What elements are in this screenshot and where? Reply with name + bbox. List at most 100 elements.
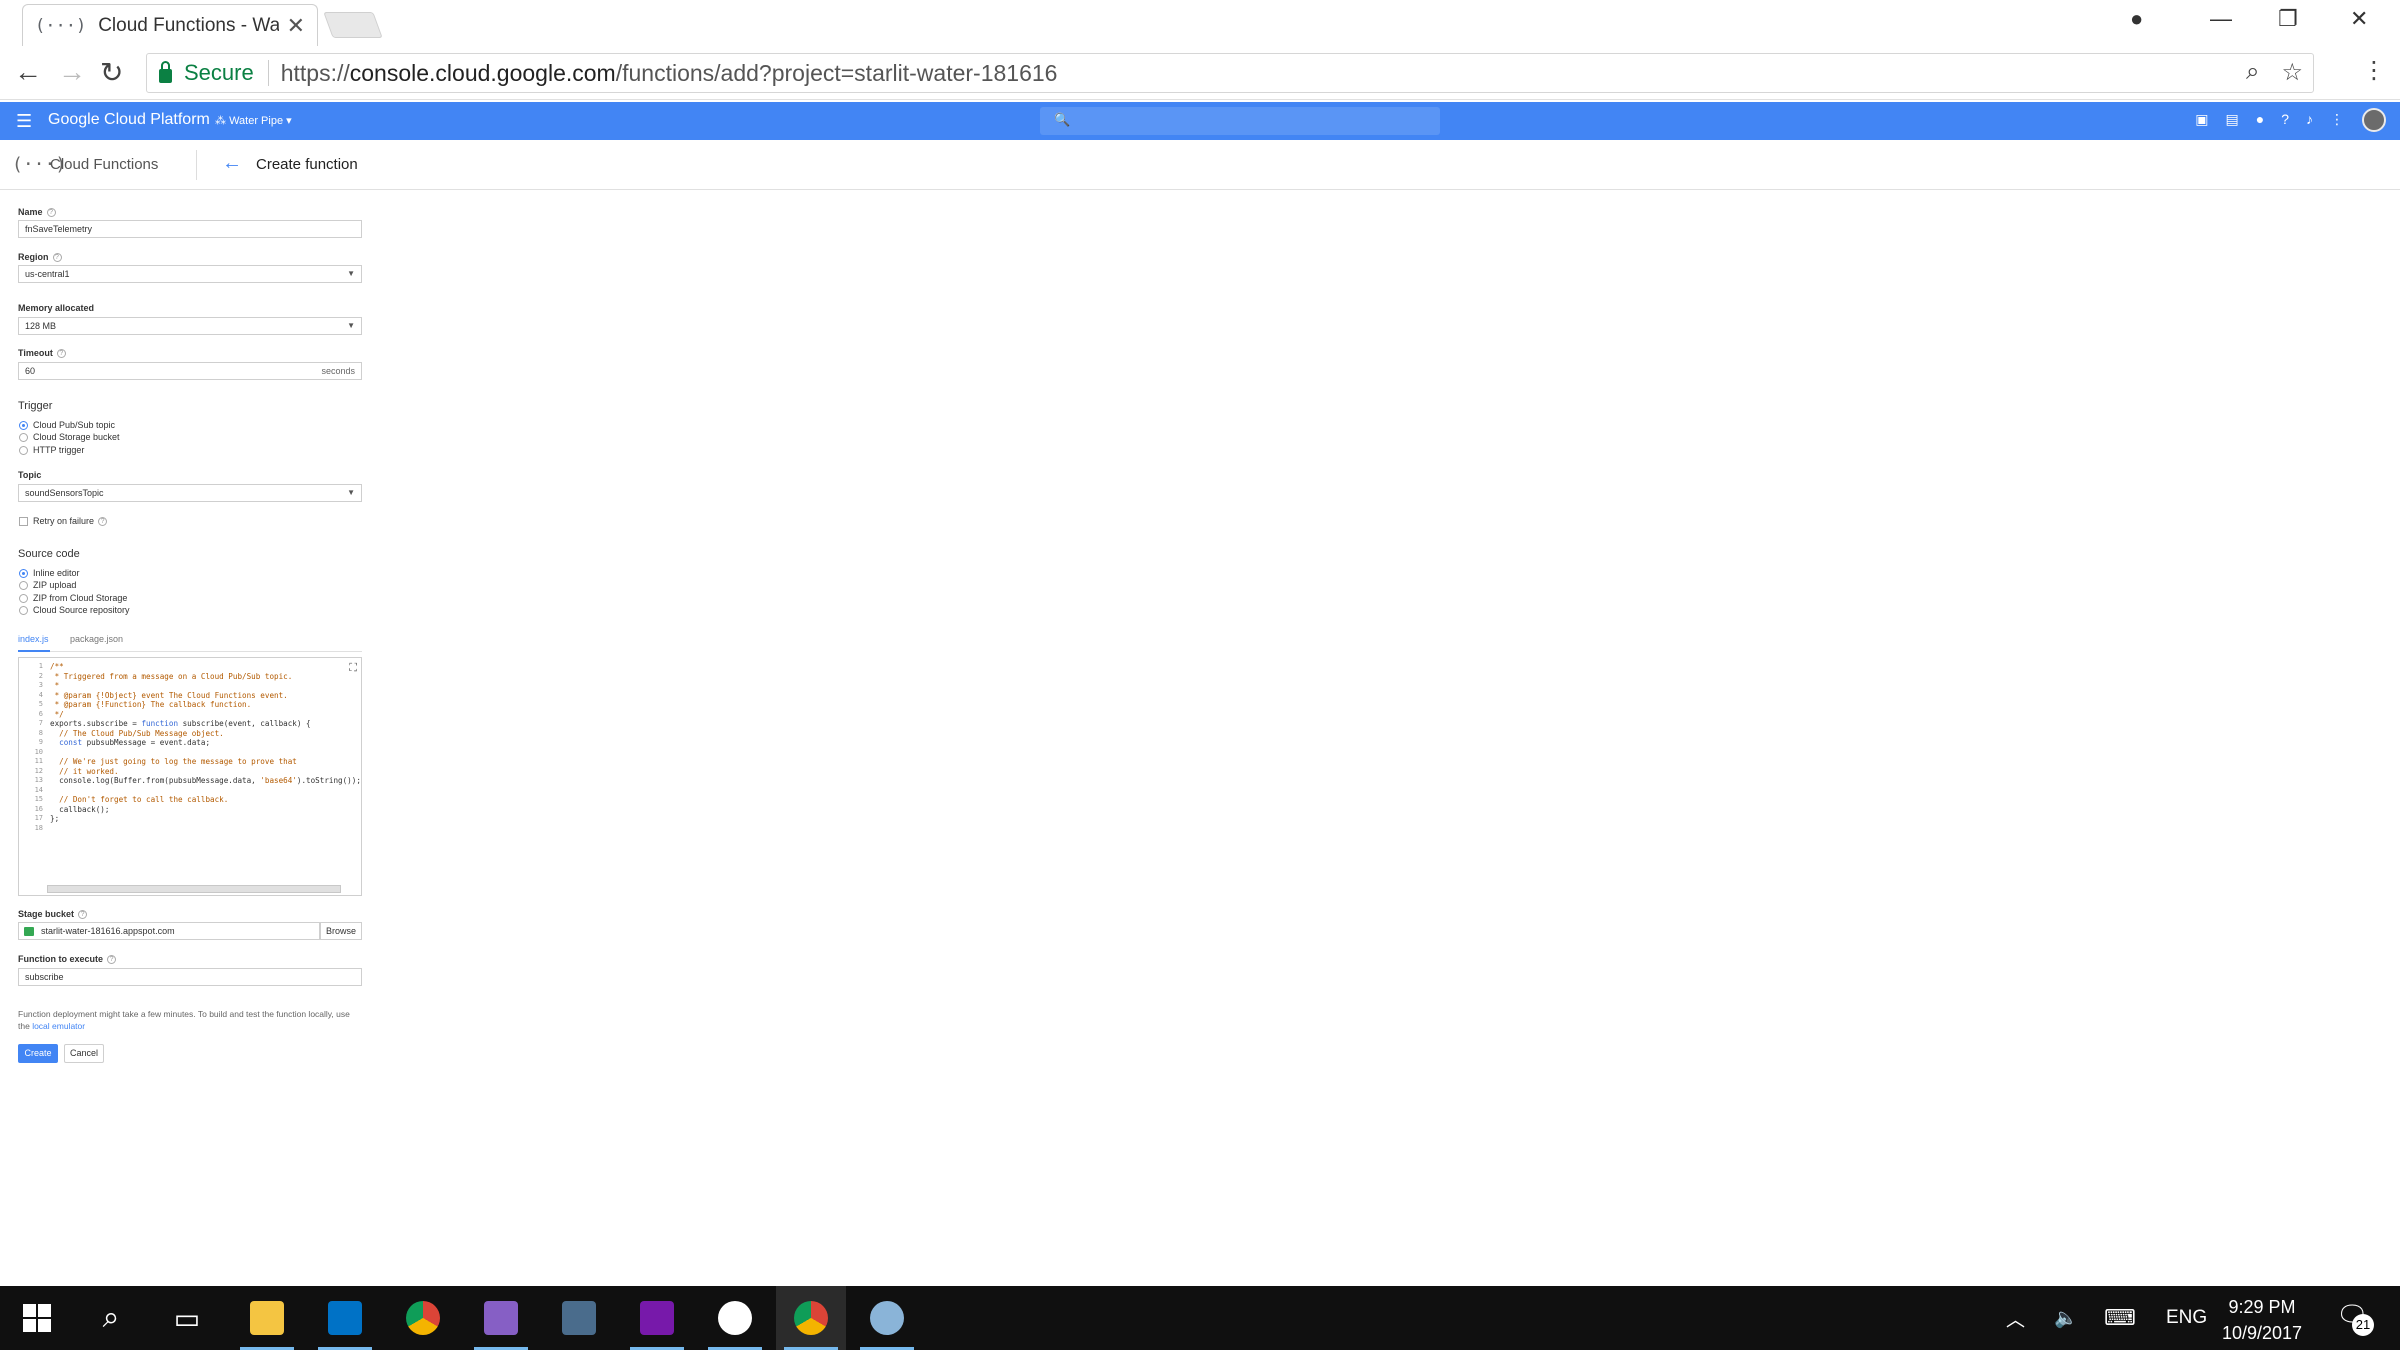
sql-management-icon[interactable] xyxy=(544,1286,614,1350)
region-label: Region? xyxy=(18,252,62,263)
source-option-inline[interactable]: Inline editor xyxy=(19,568,80,578)
address-bar[interactable]: Secure https://console.cloud.google.com/… xyxy=(146,53,2314,93)
visual-studio-icon[interactable] xyxy=(466,1286,536,1350)
radio[interactable] xyxy=(19,593,28,603)
close-tab-icon[interactable]: ✕ xyxy=(287,13,305,39)
local-emulator-link[interactable]: local emulator xyxy=(32,1021,85,1031)
source-option-zip-storage[interactable]: ZIP from Cloud Storage xyxy=(19,593,127,603)
avatar[interactable] xyxy=(2362,108,2386,132)
line-number: 18 xyxy=(34,823,43,832)
browser-tab-strip: (···) Cloud Functions - Water ✕ ● — ❐ ✕ xyxy=(0,0,2400,46)
reload-icon[interactable]: ↻ xyxy=(100,56,123,89)
trigger-option-storage[interactable]: Cloud Storage bucket xyxy=(19,432,120,442)
help-icon[interactable]: ? xyxy=(98,516,108,526)
keyboard-icon[interactable]: ⌨ xyxy=(2104,1286,2136,1350)
gcp-title[interactable]: Google Cloud Platform xyxy=(48,111,210,129)
radio[interactable] xyxy=(19,580,28,590)
inline-code-editor[interactable]: 1 2 3 4 5 6 7 8 9 10 11 12 13 14 15 16 17 18 /** * Trigge… xyxy=(18,657,362,896)
cloud-shell-icon[interactable]: ▤ xyxy=(2226,111,2239,128)
chrome-menu-icon[interactable]: ⋮ xyxy=(2362,56,2386,85)
language-indicator[interactable]: ENG xyxy=(2166,1286,2207,1350)
line-number: 13 xyxy=(34,776,43,784)
profile-icon[interactable]: ● xyxy=(2130,6,2143,32)
chrome-active-icon[interactable] xyxy=(776,1286,846,1350)
topic-label: Topic xyxy=(18,470,42,480)
source-option-repository[interactable]: Cloud Source repository xyxy=(19,605,130,615)
system-clock[interactable]: 9:29 PM 10/9/2017 xyxy=(2212,1294,2312,1346)
forward-icon[interactable]: → xyxy=(58,56,86,88)
gcp-search-input[interactable]: 🔍 xyxy=(1040,107,1440,135)
create-button[interactable]: Create xyxy=(18,1044,58,1063)
outlook-icon[interactable] xyxy=(310,1286,380,1350)
function-to-execute-label: Function to execute? xyxy=(18,954,117,965)
slack-icon[interactable] xyxy=(700,1286,770,1350)
help-icon[interactable]: ? xyxy=(107,955,117,965)
bookmark-star-icon[interactable]: ☆ xyxy=(2281,58,2303,87)
onenote-icon[interactable] xyxy=(622,1286,692,1350)
help-icon[interactable]: ? xyxy=(78,910,88,920)
code-content[interactable]: /** * Triggered from a message on a Clou… xyxy=(50,662,361,833)
trigger-option-pubsub[interactable]: Cloud Pub/Sub topic xyxy=(19,420,115,430)
url-text: https://console.cloud.google.com/functio… xyxy=(280,59,1058,86)
region-select[interactable]: us-central1 ▼ xyxy=(18,265,362,283)
retry-checkbox[interactable]: Retry on failure? xyxy=(19,516,108,526)
code-line: * @param {!Object} event The Cloud Funct… xyxy=(50,690,288,700)
chrome-icon[interactable] xyxy=(388,1286,458,1350)
minimize-icon[interactable]: — xyxy=(2210,6,2232,32)
radio-selected[interactable] xyxy=(19,420,28,430)
fullscreen-icon[interactable]: ⛶ xyxy=(349,662,357,675)
file-explorer-icon[interactable] xyxy=(232,1286,302,1350)
volume-icon[interactable]: 🔈 xyxy=(2054,1286,2078,1350)
help-icon[interactable]: ? xyxy=(46,208,56,218)
browse-button[interactable]: Browse xyxy=(320,922,362,940)
more-options-icon[interactable]: ⋮ xyxy=(2330,111,2344,128)
new-tab-button[interactable] xyxy=(323,12,383,38)
chevron-down-icon: ▼ xyxy=(347,488,355,497)
source-option-zip-upload[interactable]: ZIP upload xyxy=(19,580,76,590)
tab-package-json[interactable]: package.json xyxy=(70,634,123,644)
help-icon[interactable]: ? xyxy=(56,349,66,359)
project-selector[interactable]: ⁂ Water Pipe ▾ xyxy=(215,114,292,127)
close-window-icon[interactable]: ✕ xyxy=(2350,6,2368,32)
back-icon[interactable]: ← xyxy=(14,56,42,88)
action-center-icon[interactable]: 🗨 21 xyxy=(2336,1300,2374,1336)
radio[interactable] xyxy=(19,445,28,455)
memory-select[interactable]: 128 MB ▼ xyxy=(18,317,362,335)
hamburger-menu-icon[interactable]: ☰ xyxy=(16,111,32,132)
browser-tab[interactable]: (···) Cloud Functions - Water ✕ xyxy=(22,4,318,46)
help-icon[interactable]: ? xyxy=(2281,111,2289,128)
name-input[interactable]: fnSaveTelemetry xyxy=(18,220,362,238)
product-name[interactable]: Cloud Functions xyxy=(50,156,158,173)
radio[interactable] xyxy=(19,432,28,442)
timeout-input[interactable]: 60 seconds xyxy=(18,362,362,380)
apps-gift-icon[interactable]: ▣ xyxy=(2195,111,2208,128)
help-icon[interactable]: ? xyxy=(52,253,62,263)
code-line: console.log(Buffer.from(pubsubMessage.da… xyxy=(50,776,361,785)
function-to-execute-input[interactable]: subscribe xyxy=(18,968,362,986)
back-arrow-icon[interactable]: ← xyxy=(222,152,242,175)
cancel-button[interactable]: Cancel xyxy=(64,1044,104,1063)
search-icon[interactable]: ⌕ xyxy=(76,1286,146,1350)
tab-index-js[interactable]: index.js xyxy=(18,634,49,644)
stage-bucket-input[interactable]: starlit-water-181616.appspot.com xyxy=(18,922,320,940)
restore-icon[interactable]: ❐ xyxy=(2278,6,2298,32)
paint-icon[interactable] xyxy=(852,1286,922,1350)
checkbox[interactable] xyxy=(19,516,28,526)
cloud-functions-favicon-icon: (···) xyxy=(35,15,87,36)
horizontal-scrollbar[interactable] xyxy=(47,885,341,893)
radio[interactable] xyxy=(19,605,28,615)
browser-toolbar: ← → ↻ Secure https://console.cloud.googl… xyxy=(0,46,2400,100)
trigger-option-http[interactable]: HTTP trigger xyxy=(19,445,84,455)
start-button[interactable] xyxy=(2,1286,72,1350)
show-hidden-icons-icon[interactable]: ︿ xyxy=(2006,1286,2025,1350)
radio-selected[interactable] xyxy=(19,568,28,578)
code-line: callback(); xyxy=(50,804,110,814)
notifications-bell-icon[interactable]: ♪ xyxy=(2306,111,2313,128)
alert-icon[interactable]: ● xyxy=(2256,111,2264,128)
zoom-icon[interactable]: ⌕ xyxy=(2246,58,2259,87)
task-view-icon[interactable]: ▭ xyxy=(152,1286,222,1350)
code-line: // We're just going to log the message t… xyxy=(50,757,297,766)
topic-select[interactable]: soundSensorsTopic ▼ xyxy=(18,484,362,502)
